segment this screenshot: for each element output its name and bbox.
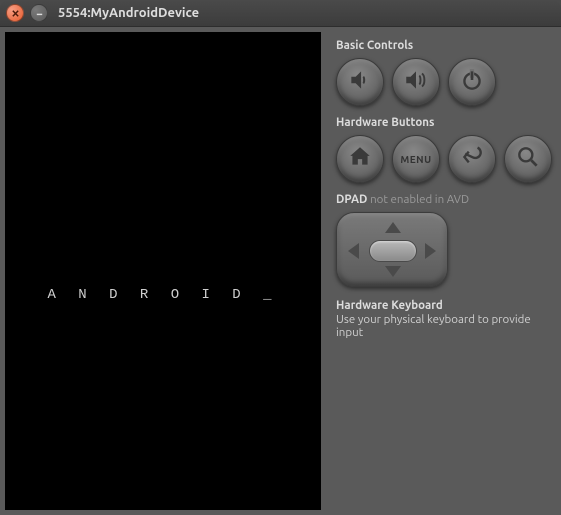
hardware-keyboard-title: Hardware Keyboard bbox=[336, 299, 552, 312]
dpad-up bbox=[385, 222, 401, 233]
volume-down-button[interactable] bbox=[336, 58, 384, 106]
dpad-status: DPAD not enabled in AVD bbox=[336, 193, 552, 206]
menu-button[interactable]: MENU bbox=[392, 135, 440, 183]
power-button[interactable] bbox=[448, 58, 496, 106]
device-screen[interactable]: A N D R O I D _ bbox=[5, 32, 321, 510]
content-area: A N D R O I D _ Basic Controls bbox=[0, 27, 561, 515]
device-screen-wrap: A N D R O I D _ bbox=[0, 27, 326, 515]
menu-label: MENU bbox=[400, 154, 431, 165]
basic-controls-row bbox=[336, 58, 552, 106]
dpad-center bbox=[369, 240, 417, 262]
volume-down-icon bbox=[347, 67, 373, 97]
hardware-keyboard-subtitle: Use your physical keyboard to provide in… bbox=[336, 313, 552, 339]
home-icon bbox=[347, 144, 373, 174]
dpad-control bbox=[336, 212, 448, 287]
search-icon bbox=[515, 144, 541, 174]
window-title: 5554:MyAndroidDevice bbox=[58, 6, 199, 20]
back-icon bbox=[459, 144, 485, 174]
search-button[interactable] bbox=[504, 135, 552, 183]
dpad-status-text: not enabled in AVD bbox=[370, 193, 469, 206]
boot-text: A N D R O I D _ bbox=[5, 287, 321, 303]
back-button[interactable] bbox=[448, 135, 496, 183]
close-button[interactable] bbox=[6, 4, 24, 22]
emulator-window: 5554:MyAndroidDevice A N D R O I D _ Bas… bbox=[0, 0, 561, 515]
control-panel: Basic Controls Hardw bbox=[326, 27, 561, 515]
titlebar: 5554:MyAndroidDevice bbox=[0, 0, 561, 27]
basic-controls-title: Basic Controls bbox=[336, 39, 552, 52]
dpad-right bbox=[425, 243, 436, 259]
volume-up-icon bbox=[403, 67, 429, 97]
dpad-left bbox=[348, 243, 359, 259]
home-button[interactable] bbox=[336, 135, 384, 183]
power-icon bbox=[459, 67, 485, 97]
volume-up-button[interactable] bbox=[392, 58, 440, 106]
minimize-button[interactable] bbox=[30, 4, 48, 22]
dpad-label: DPAD bbox=[336, 193, 367, 206]
hardware-buttons-title: Hardware Buttons bbox=[336, 116, 552, 129]
hardware-buttons-row: MENU bbox=[336, 135, 552, 183]
dpad-down bbox=[385, 266, 401, 277]
